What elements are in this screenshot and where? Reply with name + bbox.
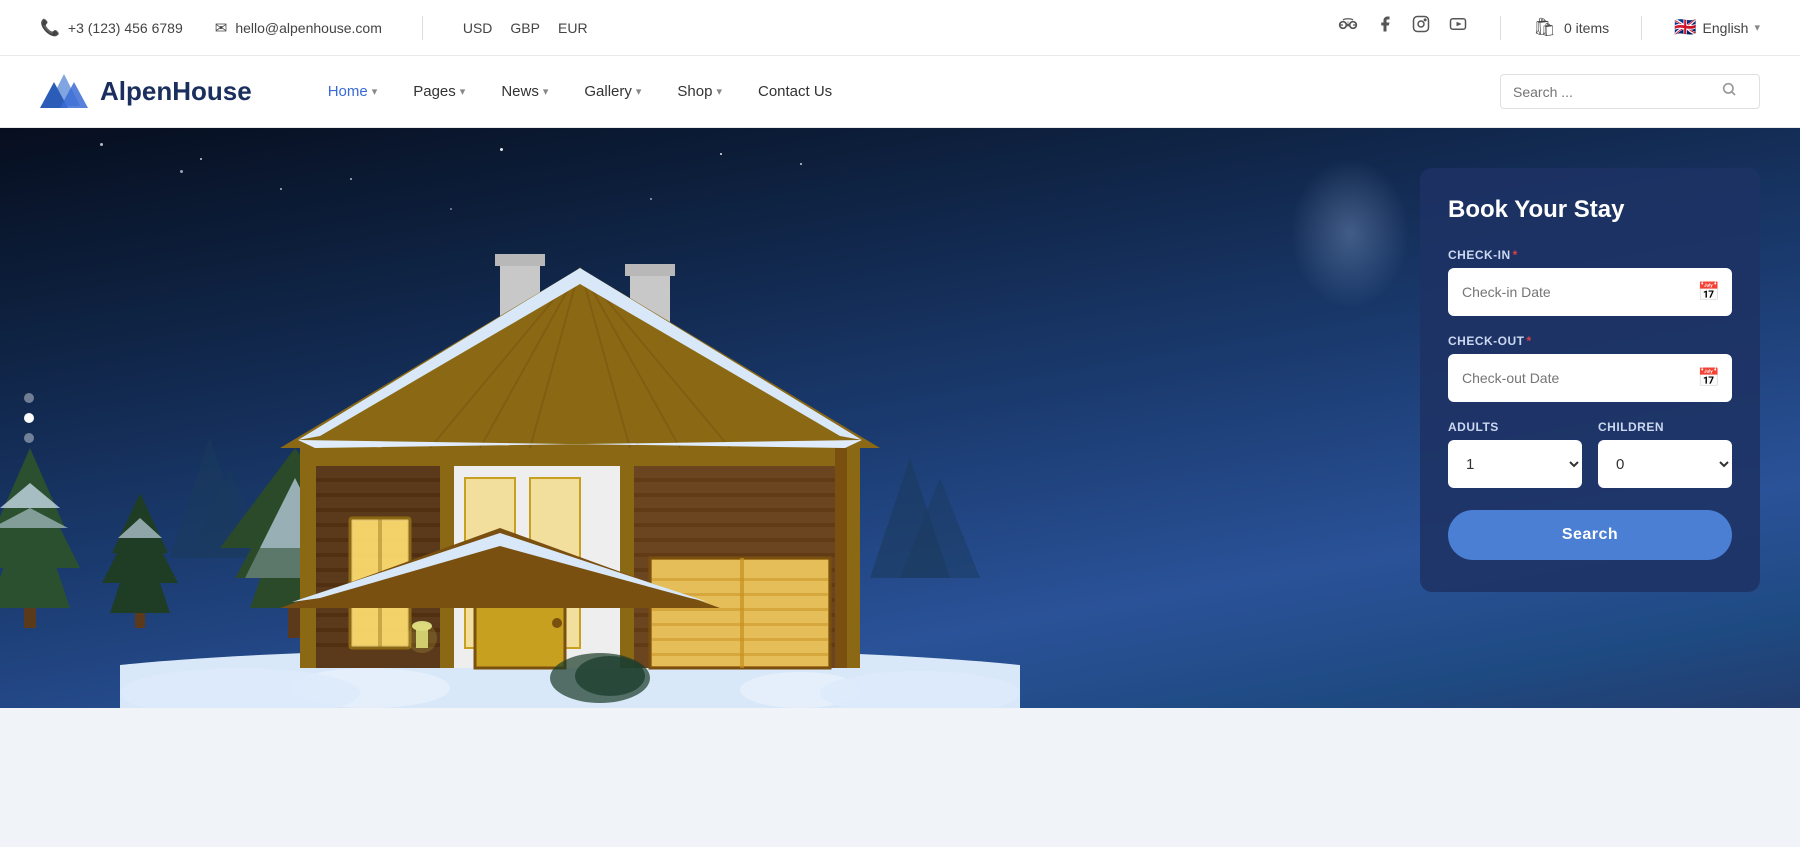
nav-home-label: Home [328,83,368,100]
divider-3 [1641,16,1642,40]
adults-label: ADULTS [1448,420,1582,434]
youtube-icon[interactable] [1448,15,1468,40]
logo[interactable]: AlpenHouse [40,68,252,116]
divider-1 [422,16,423,40]
phone-item[interactable]: 📞 +3 (123) 456 6789 [40,18,183,38]
cart-icon: 🛍 [1533,17,1556,38]
nav-item-gallery[interactable]: Gallery ▾ [568,75,657,108]
nav-item-pages[interactable]: Pages ▾ [397,75,481,108]
currency-usd[interactable]: USD [463,20,493,36]
top-bar: 📞 +3 (123) 456 6789 ✉ hello@alpenhouse.c… [0,0,1800,56]
nav-shop-chevron-icon: ▾ [716,85,722,98]
children-label: CHILDREN [1598,420,1732,434]
nav-gallery-chevron-icon: ▾ [636,85,642,98]
search-input[interactable] [1513,84,1713,100]
nav-item-contact[interactable]: Contact Us [742,75,848,108]
booking-panel: Book Your Stay CHECK-IN* 📅 CHECK-OUT* 📅 [1420,168,1760,592]
nav-bar: AlpenHouse Home ▾ Pages ▾ News ▾ Gallery… [0,56,1800,128]
language-chevron-icon: ▾ [1754,21,1760,34]
top-bar-right: 🛍 0 items 🇬🇧 English ▾ [1338,15,1760,40]
children-field: CHILDREN 0 1 2 3 4 [1598,420,1732,488]
instagram-icon[interactable] [1412,15,1430,40]
search-button[interactable]: Search [1448,510,1732,560]
children-select[interactable]: 0 1 2 3 4 [1598,440,1732,488]
right-tree [1290,158,1410,308]
tripadvisor-icon[interactable] [1338,15,1358,40]
checkin-field: CHECK-IN* 📅 [1448,248,1732,316]
currency-gbp[interactable]: GBP [510,20,540,36]
divider-2 [1500,16,1501,40]
search-icon[interactable] [1721,81,1737,102]
language-label: English [1703,20,1749,36]
slider-dots [24,393,34,443]
checkout-calendar-icon: 📅 [1698,368,1720,389]
nav-home-chevron-icon: ▾ [372,85,378,98]
email-icon: ✉ [215,19,228,37]
top-bar-left: 📞 +3 (123) 456 6789 ✉ hello@alpenhouse.c… [40,16,588,40]
checkin-text[interactable] [1462,284,1688,300]
checkin-calendar-icon: 📅 [1698,282,1720,303]
checkout-date-input[interactable]: 📅 [1448,354,1732,402]
checkout-field: CHECK-OUT* 📅 [1448,334,1732,402]
checkin-input-wrapper: 📅 [1448,268,1732,316]
logo-icon [40,68,88,116]
checkin-date-input[interactable]: 📅 [1448,268,1732,316]
slide-dot-2[interactable] [24,413,34,423]
nav-pages-label: Pages [413,83,456,100]
checkout-required: * [1527,334,1532,348]
nav-menu: Home ▾ Pages ▾ News ▾ Gallery ▾ Shop ▾ C… [312,75,1500,108]
checkin-label: CHECK-IN* [1448,248,1732,262]
slide-dot-3[interactable] [24,433,34,443]
email-item[interactable]: ✉ hello@alpenhouse.com [215,19,382,37]
nav-item-shop[interactable]: Shop ▾ [661,75,738,108]
adults-field: ADULTS 1 2 3 4 5 [1448,420,1582,488]
social-icons [1338,15,1468,40]
checkout-label: CHECK-OUT* [1448,334,1732,348]
cart-label: 0 items [1564,20,1609,36]
hero-section: Book Your Stay CHECK-IN* 📅 CHECK-OUT* 📅 [0,128,1800,708]
facebook-icon[interactable] [1376,15,1394,40]
nav-pages-chevron-icon: ▾ [460,85,466,98]
nav-news-label: News [501,83,539,100]
phone-number: +3 (123) 456 6789 [68,20,183,36]
checkin-required: * [1513,248,1518,262]
slide-dot-1[interactable] [24,393,34,403]
house-illustration [120,178,1020,708]
checkout-text[interactable] [1462,370,1688,386]
cart-area[interactable]: 🛍 0 items [1533,17,1609,38]
nav-contact-label: Contact Us [758,83,832,100]
search-bar [1500,74,1760,109]
email-address: hello@alpenhouse.com [235,20,382,36]
currency-eur[interactable]: EUR [558,20,588,36]
nav-gallery-label: Gallery [584,83,632,100]
nav-item-news[interactable]: News ▾ [485,75,564,108]
phone-icon: 📞 [40,18,60,38]
nav-item-home[interactable]: Home ▾ [312,75,394,108]
logo-text: AlpenHouse [100,76,252,107]
nav-shop-label: Shop [677,83,712,100]
adults-select[interactable]: 1 2 3 4 5 [1448,440,1582,488]
language-selector[interactable]: 🇬🇧 English ▾ [1674,17,1760,38]
currency-group: USD GBP EUR [463,20,588,36]
nav-news-chevron-icon: ▾ [543,85,549,98]
booking-title: Book Your Stay [1448,196,1732,224]
flag-icon: 🇬🇧 [1674,17,1696,38]
adults-children-section: ADULTS 1 2 3 4 5 CHILDREN 0 1 2 3 4 [1448,420,1732,488]
checkout-input-wrapper: 📅 [1448,354,1732,402]
